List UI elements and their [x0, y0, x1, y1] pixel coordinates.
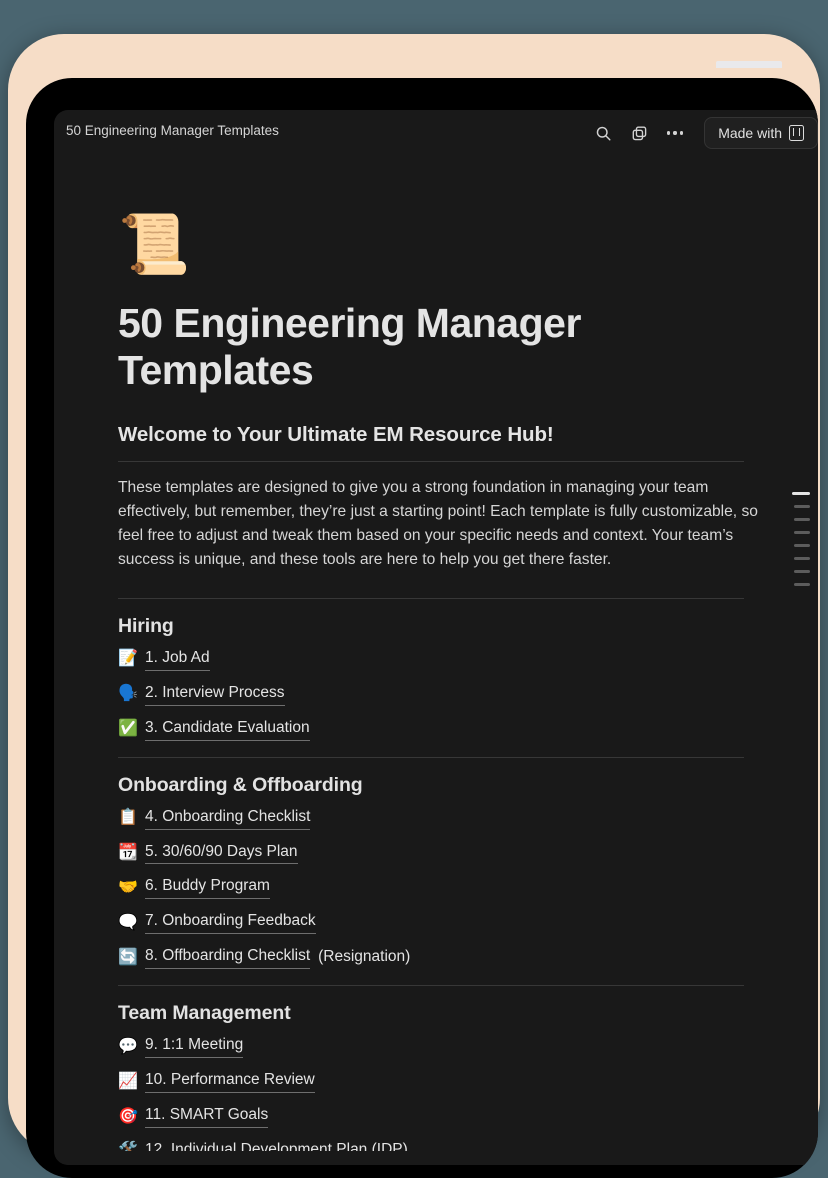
made-with-label: Made with	[718, 125, 782, 141]
list-item-emoji-icon: 🤝	[118, 878, 138, 896]
template-link-row[interactable]: 🔄 8. Offboarding Checklist (Resignation)	[118, 946, 778, 970]
template-link-row[interactable]: 💬 9. 1:1 Meeting	[118, 1035, 778, 1059]
list-item-emoji-icon: 📈	[118, 1072, 138, 1090]
template-link-label[interactable]: 1. Job Ad	[145, 648, 210, 671]
template-link-row[interactable]: 🗣️ 2. Interview Process	[118, 683, 778, 706]
made-with-notion-button[interactable]: Made with	[704, 117, 818, 149]
tablet-frame: 50 Engineering Manager Templates Made wi…	[8, 34, 820, 1178]
divider	[118, 756, 744, 758]
template-link-label[interactable]: 4. Onboarding Checklist	[145, 807, 311, 830]
toc-marker[interactable]	[794, 505, 810, 508]
template-link-label[interactable]: 5. 30/60/90 Days Plan	[145, 842, 298, 865]
welcome-subtitle: Welcome to Your Ultimate EM Resource Hub…	[118, 423, 554, 447]
toc-marker[interactable]	[794, 583, 810, 586]
more-options-icon[interactable]	[664, 122, 686, 144]
intro-paragraph: These templates are designed to give you…	[118, 479, 758, 568]
template-link-row[interactable]: ✅ 3. Candidate Evaluation	[118, 718, 778, 741]
template-link-row[interactable]: 📆 5. 30/60/90 Days Plan	[118, 842, 778, 865]
list-item-emoji-icon: 🔄	[118, 948, 138, 966]
app-screen: 50 Engineering Manager Templates Made wi…	[54, 110, 818, 1165]
template-link-row[interactable]: 📈 10. Performance Review	[118, 1070, 778, 1094]
page-icon-scroll-emoji[interactable]: 📜	[118, 216, 778, 274]
breadcrumb-page-title[interactable]: 50 Engineering Manager Templates	[66, 123, 279, 138]
section-onboarding-offboarding: Onboarding & Offboarding 📋 4. Onboarding C…	[118, 774, 778, 970]
device-top-button	[716, 61, 782, 68]
app-bar-actions: Made with	[592, 117, 818, 149]
template-link-label[interactable]: 11. SMART Goals	[145, 1105, 269, 1128]
divider	[118, 461, 744, 463]
toc-marker[interactable]	[794, 544, 810, 547]
template-link-label[interactable]: 9. 1:1 Meeting	[145, 1035, 244, 1059]
list-item-emoji-icon: ✅	[118, 720, 138, 738]
table-of-contents-markers[interactable]	[792, 492, 810, 586]
list-item-emoji-icon: 🗣️	[118, 685, 138, 703]
template-link-row[interactable]: 🗨️ 7. Onboarding Feedback	[118, 911, 778, 935]
divider	[118, 985, 744, 987]
search-icon[interactable]	[592, 122, 614, 144]
template-link-row[interactable]: 🤝 6. Buddy Program	[118, 876, 778, 900]
section-heading: Team Management	[118, 1002, 291, 1025]
divider	[118, 597, 744, 599]
device-bezel: 50 Engineering Manager Templates Made wi…	[26, 78, 818, 1178]
template-link-row[interactable]: 🎯 11. SMART Goals	[118, 1105, 778, 1128]
list-item-emoji-icon: 📋	[118, 809, 138, 827]
sections-container: Hiring 📝 1. Job Ad 🗣️ 2. Interview Process ✅ 3…	[118, 615, 778, 1165]
template-link-label[interactable]: 7. Onboarding Feedback	[145, 911, 316, 935]
list-item-emoji-icon: 📆	[118, 843, 138, 861]
notion-logo-icon	[789, 125, 804, 141]
list-item-emoji-icon: 📝	[118, 650, 138, 668]
app-top-bar: 50 Engineering Manager Templates Made wi…	[54, 110, 818, 158]
document-content: 📜 50 Engineering Manager Templates Welco…	[118, 216, 778, 1165]
template-link-label[interactable]: 3. Candidate Evaluation	[145, 718, 310, 741]
template-link-label[interactable]: 6. Buddy Program	[145, 876, 270, 900]
template-link-row[interactable]: 📋 4. Onboarding Checklist	[118, 807, 778, 830]
template-link-label[interactable]: 2. Interview Process	[145, 683, 285, 706]
page-title: 50 Engineering Manager Templates	[118, 300, 581, 393]
list-item-emoji-icon: 💬	[118, 1037, 138, 1055]
toc-marker[interactable]	[792, 492, 810, 495]
template-link-label[interactable]: 10. Performance Review	[145, 1070, 315, 1094]
toc-marker[interactable]	[794, 557, 810, 560]
duplicate-icon[interactable]	[628, 122, 650, 144]
template-link-row[interactable]: 📝 1. Job Ad	[118, 648, 778, 671]
section-heading: Onboarding & Offboarding	[118, 773, 363, 796]
toc-marker[interactable]	[794, 531, 810, 534]
screen-bottom-edge	[54, 1151, 818, 1165]
document-body: 📜 50 Engineering Manager Templates Welco…	[54, 216, 818, 1165]
template-link-label[interactable]: 8. Offboarding Checklist	[145, 946, 311, 970]
toc-marker[interactable]	[794, 570, 810, 573]
ellipsis-glyph	[666, 131, 684, 135]
list-item-emoji-icon: 🗨️	[118, 913, 138, 931]
section-team-management: Team Management 💬 9. 1:1 Meeting 📈 10. Perfo…	[118, 1002, 778, 1165]
section-heading: Hiring	[118, 614, 174, 637]
section-hiring: Hiring 📝 1. Job Ad 🗣️ 2. Interview Process ✅ 3…	[118, 615, 778, 741]
template-link-suffix: (Resignation)	[318, 948, 411, 966]
toc-marker[interactable]	[794, 518, 810, 521]
list-item-emoji-icon: 🎯	[118, 1107, 138, 1125]
